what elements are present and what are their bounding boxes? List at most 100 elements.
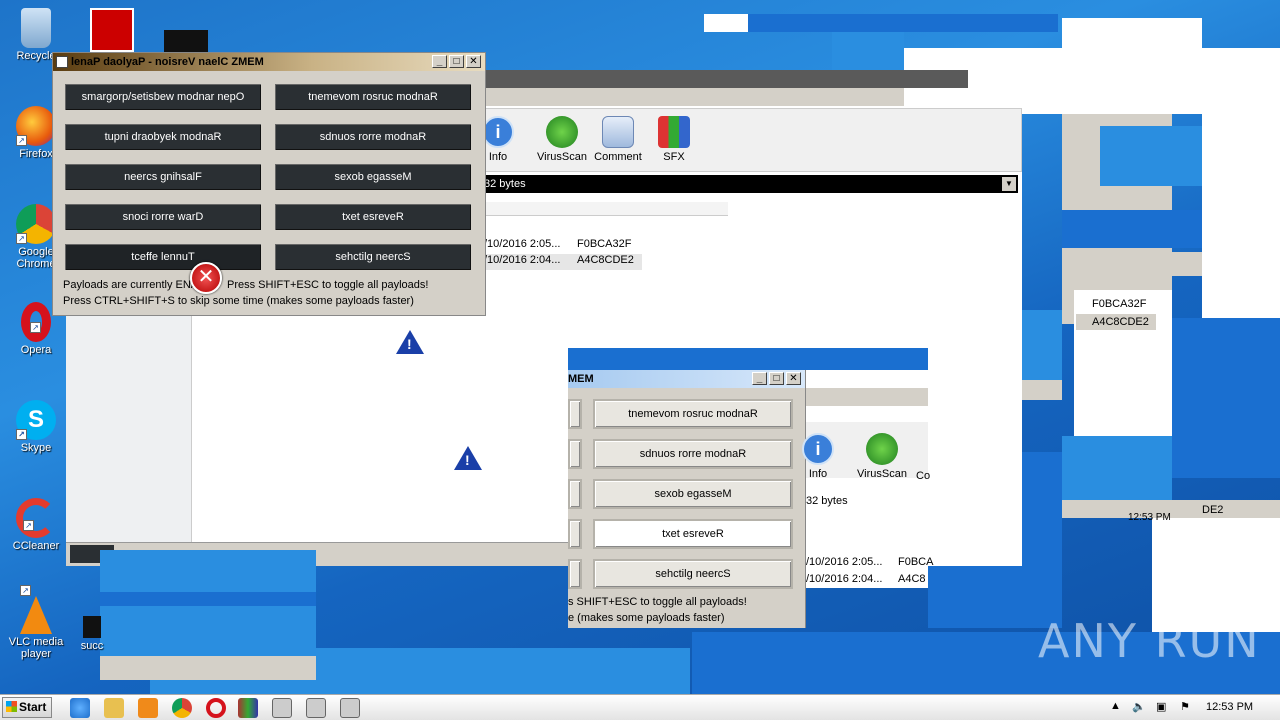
shortcut-arrow-icon: ↗ [20, 585, 31, 596]
memz2-left-stub [568, 439, 582, 469]
minimize-button[interactable]: _ [432, 55, 447, 68]
row-date: /10/2016 2:04... [484, 254, 561, 266]
memz2-note-skip: e (makes some payloads faster) [568, 612, 725, 624]
glitch-block [484, 88, 904, 106]
payload-button[interactable]: txet esreveR [273, 202, 473, 232]
archive-header [484, 202, 728, 216]
payload-button[interactable]: neercs gnihsalF [63, 162, 263, 192]
desktop-icon-label: Skype [20, 442, 52, 454]
winrar-taskbar-icon[interactable] [238, 698, 258, 718]
info-icon: i [802, 433, 834, 465]
payload-button[interactable]: tnemevom rosruc modnaR [273, 82, 473, 112]
network-icon[interactable]: ▣ [1156, 700, 1166, 713]
memz2-title: MEM [568, 373, 594, 385]
windows-logo-icon [6, 701, 17, 712]
close-button[interactable]: ✕ [466, 55, 481, 68]
virusscan-tool-2[interactable]: VirusScan [854, 433, 910, 480]
payload-button[interactable]: snoci rorre warD [63, 202, 263, 232]
maximize-button[interactable]: □ [449, 55, 464, 68]
glitch-block [1062, 210, 1202, 248]
glitch-block [1062, 18, 1202, 48]
pdf-icon[interactable] [90, 8, 134, 52]
payload-button[interactable]: sdnuos rorre modnaR [273, 122, 473, 152]
archive-row[interactable]: /10/2016 2:04... A4C8CDE2 [484, 254, 642, 270]
desktop-icon-label: Google Chrome [16, 246, 56, 270]
payload-button[interactable]: tnemevom rosruc modnaR [593, 399, 793, 429]
glitch-block [1172, 318, 1280, 478]
side-tray [1062, 252, 1202, 276]
memz2-left-stub [568, 399, 582, 429]
chrome-taskbar-icon[interactable] [172, 698, 192, 718]
glitch-block [484, 70, 968, 88]
warning-icon: ! [454, 446, 482, 470]
file-icon [83, 616, 101, 638]
dropdown-arrow-icon[interactable]: ▼ [1002, 177, 1016, 191]
payload-button[interactable]: smargorp/setisbew modnar nepO [63, 82, 263, 112]
opera-taskbar-icon[interactable] [206, 698, 226, 718]
payload-button[interactable]: sdnuos rorre modnaR [593, 439, 793, 469]
archive-path-text: 32 bytes [484, 178, 526, 190]
archive-row[interactable]: /10/2016 2:05... F0BCA32F [484, 238, 644, 254]
side-row: F0BCA32F [1092, 298, 1147, 310]
row-date: /10/2016 2:05... [806, 556, 883, 568]
comment-tool[interactable]: Comment [590, 116, 646, 163]
ie-icon[interactable] [70, 698, 90, 718]
desktop-icon-ccleaner[interactable]: ↗ CCleaner [3, 498, 69, 552]
maximize-button[interactable]: □ [769, 372, 784, 385]
start-button[interactable]: Start [2, 697, 52, 718]
payload-button[interactable]: tceffe lennuT [63, 242, 263, 272]
payload-button[interactable]: txet esreveR [593, 519, 793, 549]
payload-button[interactable]: sexob egasseM [273, 162, 473, 192]
sfx-tool[interactable]: SFX [646, 116, 702, 163]
archive2-row[interactable]: /10/2016 2:04... A4C8 [806, 573, 928, 585]
side-row: A4C8CDE2 [1076, 314, 1156, 330]
glitch-block [100, 550, 316, 592]
payload-button[interactable]: sehctilg neercS [273, 242, 473, 272]
virus-icon [866, 433, 898, 465]
glitch-block [1062, 500, 1280, 518]
flag-icon[interactable]: ⚑ [1180, 700, 1190, 713]
shortcut-arrow-icon: ↗ [16, 233, 27, 244]
payload-button[interactable]: sehctilg neercS [593, 559, 793, 589]
tray-chevron-icon[interactable]: ▲ [1110, 700, 1121, 712]
error-icon: ✕ [190, 262, 222, 294]
row-date: /10/2016 2:05... [484, 238, 561, 250]
memz-note-toggle-a: Payloads are currently ENA [63, 279, 199, 291]
archive2-row[interactable]: /10/2016 2:05... F0BCA [806, 556, 933, 568]
payload-button[interactable]: sexob egasseM [593, 479, 793, 509]
glitch-block [1100, 126, 1202, 186]
skype-icon: S ↗ [16, 400, 56, 440]
row-crc: A4C8 [898, 573, 926, 585]
window-taskbar-button[interactable] [306, 698, 326, 718]
memz2-left-stub [568, 479, 582, 509]
clock[interactable]: 12:53 PM [1206, 701, 1253, 713]
window-taskbar-button[interactable] [272, 698, 292, 718]
window-app-icon [56, 56, 68, 68]
start-label: Start [19, 700, 47, 714]
info-icon: i [482, 116, 514, 148]
virusscan-tool[interactable]: VirusScan [534, 116, 590, 163]
memz2-note-toggle: s SHIFT+ESC to toggle all payloads! [568, 596, 747, 608]
desktop-icon-succ[interactable]: succ [70, 616, 114, 652]
black-file-icon[interactable] [164, 30, 208, 52]
payload-button[interactable]: tupni draobyek modnaR [63, 122, 263, 152]
virusscan-tool-label: VirusScan [857, 468, 907, 480]
archive-path-bar[interactable]: 32 bytes ▼ [484, 175, 1018, 193]
firefox-icon: ↗ [16, 106, 56, 146]
shortcut-arrow-icon: ↗ [23, 520, 34, 531]
close-button[interactable]: ✕ [786, 372, 801, 385]
info-tool-2[interactable]: i Info [790, 433, 846, 480]
minimize-button[interactable]: _ [752, 372, 767, 385]
desktop-icon-label: CCleaner [12, 540, 60, 552]
desktop-icon-skype[interactable]: S ↗ Skype [3, 400, 69, 454]
explorer-icon[interactable] [104, 698, 124, 718]
side-time: 12:53 PM [1128, 512, 1171, 523]
window-taskbar-button[interactable] [340, 698, 360, 718]
virusscan-tool-label: VirusScan [537, 151, 587, 163]
desktop-icon-label: VLC media player [8, 636, 64, 660]
sfx-tool-label: SFX [663, 151, 685, 163]
memz-note-toggle-b: Press SHIFT+ESC to toggle all payloads! [227, 279, 429, 291]
volume-icon[interactable]: 🔈 [1132, 700, 1146, 713]
desktop-icon-vlc[interactable]: ↗ VLC media player [3, 585, 69, 660]
media-player-icon[interactable] [138, 698, 158, 718]
